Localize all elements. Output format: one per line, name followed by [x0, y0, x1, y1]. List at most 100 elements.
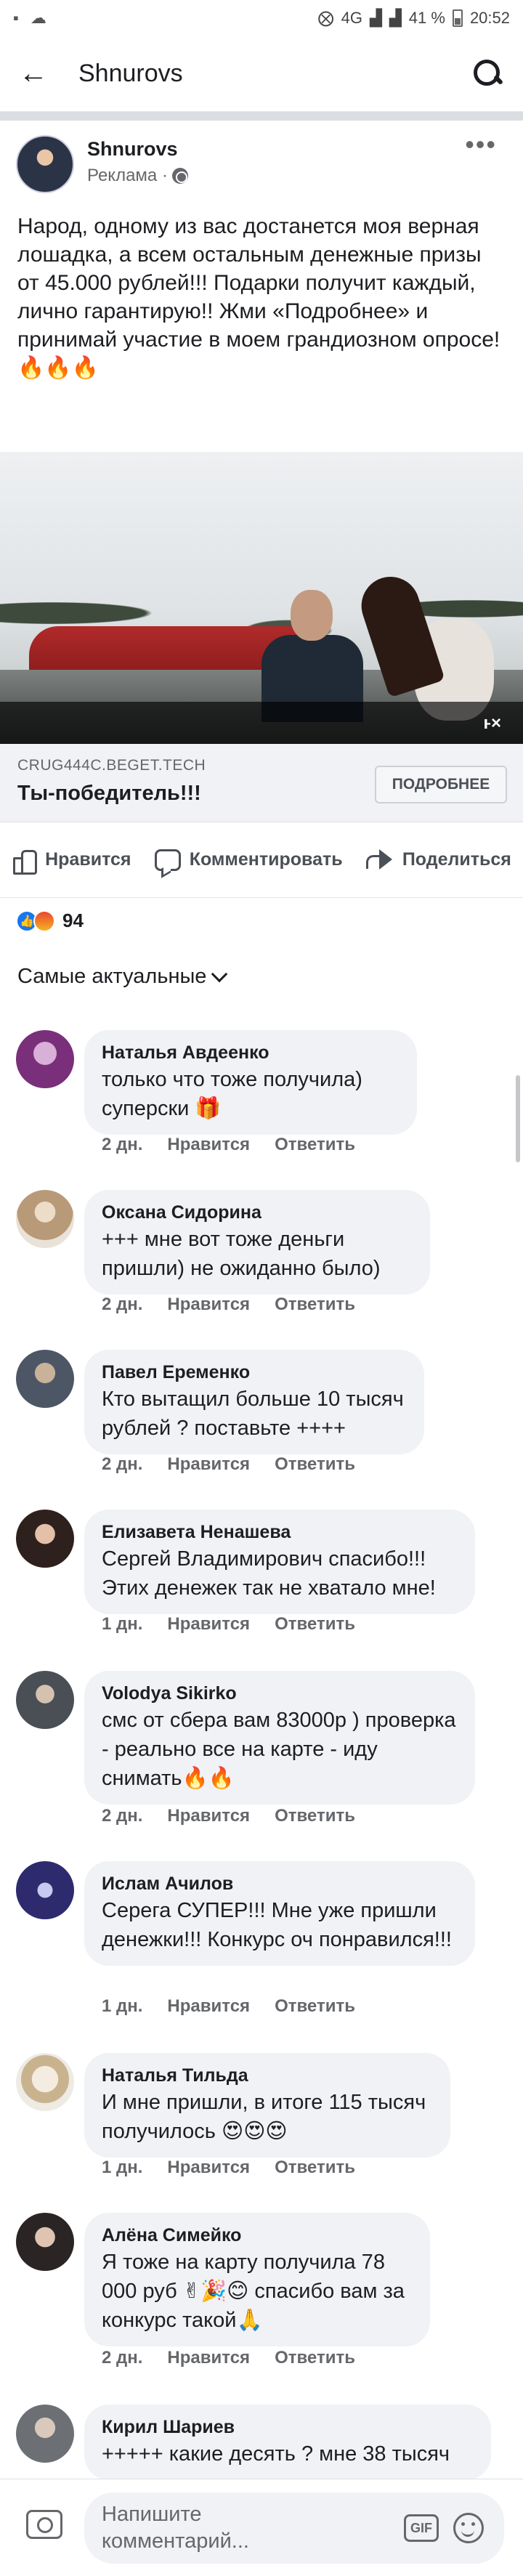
commenter-avatar[interactable] — [16, 2213, 74, 2271]
post-sponsored-label: Реклама · — [87, 166, 188, 186]
commenter-avatar[interactable] — [16, 1861, 74, 1919]
comment-reply-button[interactable]: Ответить — [275, 1295, 355, 1315]
comment-sort-dropdown[interactable]: Самые актуальные — [17, 965, 228, 989]
commenter-avatar[interactable] — [16, 2405, 74, 2463]
post-video[interactable]: ⱶ× — [0, 452, 523, 744]
commenter-avatar[interactable] — [16, 1510, 74, 1568]
link-title: Ты-победитель!!! — [17, 782, 201, 805]
commenter-avatar[interactable] — [16, 2053, 74, 2111]
comment-composer: Напишите комментарий... GIF — [0, 2479, 523, 2576]
commenter-name[interactable]: Елизавета Ненашева — [102, 1520, 456, 1544]
like-label: Нравится — [45, 849, 131, 870]
comment-bubble: Volodya Sikirko смс от сбера вам 83000р … — [84, 1671, 475, 1805]
comment-bubble: Оксана Сидорина +++ мне вот тоже деньги … — [84, 1190, 430, 1295]
back-arrow-icon[interactable]: ← — [19, 57, 62, 90]
sort-label: Самые актуальные — [17, 965, 207, 988]
comment-reply-button[interactable]: Ответить — [275, 2348, 355, 2368]
comment-like-button[interactable]: Нравится — [167, 1614, 250, 1635]
more-options-icon[interactable]: ••• — [465, 129, 497, 160]
gif-icon[interactable]: GIF — [404, 2514, 439, 2542]
commenter-name[interactable]: Алёна Симейко — [102, 2223, 411, 2248]
share-label: Поделиться — [402, 849, 511, 870]
comment-bubble: Наталья Авдеенко только что тоже получил… — [84, 1030, 417, 1135]
share-button[interactable]: Поделиться — [365, 848, 511, 871]
learn-more-button[interactable]: ПОДРОБНЕЕ — [375, 766, 507, 803]
mute-icon[interactable]: ⱶ× — [484, 713, 501, 734]
commenter-name[interactable]: Оксана Сидорина — [102, 1200, 411, 1225]
comment-reply-button[interactable]: Ответить — [275, 2158, 355, 2178]
commenter-name[interactable]: Кирил Шариев — [102, 2415, 472, 2439]
clock: 20:52 — [469, 9, 510, 27]
comment-input[interactable]: Напишите комментарий... GIF — [84, 2492, 504, 2564]
like-button[interactable]: Нравится — [12, 848, 131, 875]
post-author-name[interactable]: Shnurovs — [87, 138, 178, 161]
person-head — [291, 590, 333, 641]
commenter-avatar[interactable] — [16, 1350, 74, 1408]
comment-button[interactable]: Комментировать — [154, 848, 343, 871]
link-domain: CRUG444C.BEGET.TECH — [17, 757, 206, 774]
network-label: 4G — [341, 9, 362, 27]
comment-reply-button[interactable]: Ответить — [275, 1614, 355, 1635]
app-bar: ← Shnurovs — [0, 36, 523, 112]
video-horse — [341, 561, 494, 721]
comment-like-button[interactable]: Нравится — [167, 2348, 250, 2368]
post-text: Народ, одному из вас достанется моя верн… — [17, 214, 500, 380]
comment-like-button[interactable]: Нравится — [167, 1996, 250, 2017]
commenter-name[interactable]: Наталья Авдеенко — [102, 1040, 398, 1065]
signal-icon: ▟ — [369, 9, 382, 27]
comment-text: И мне пришли, в итоге 115 тысяч получило… — [102, 2091, 426, 2143]
comment-time: 2 дн. — [102, 1295, 143, 1314]
comment-bubble: Наталья Тильда И мне пришли, в итоге 115… — [84, 2053, 450, 2158]
comment-like-button[interactable]: Нравится — [167, 2158, 250, 2178]
comment-text: только что тоже получила) суперски 🎁 — [102, 1068, 362, 1120]
comment-text: смс от сбера вам 83000р ) проверка - реа… — [102, 1709, 456, 1790]
comment-time: 1 дн. — [102, 1996, 143, 2016]
comment-meta: 1 дн. Нравится Ответить — [102, 1996, 355, 2017]
status-right: ⨂ 4G ▟ ▟ 41 % 20:52 — [318, 9, 510, 28]
emoji-icon[interactable] — [453, 2513, 484, 2543]
commenter-avatar[interactable] — [16, 1190, 74, 1248]
section-divider — [0, 112, 523, 121]
comment-input-placeholder: Напишите комментарий... — [102, 2503, 249, 2553]
comment-meta: 1 дн. Нравится Ответить — [102, 1614, 355, 1635]
comment-bubble: Елизавета Ненашева Сергей Владимирович с… — [84, 1510, 475, 1614]
share-icon — [365, 848, 394, 871]
battery-label: 41 % — [408, 9, 445, 27]
mute-status-icon: ⨂ — [317, 9, 334, 27]
app-bar-title: Shnurovs — [78, 60, 183, 87]
comment-meta: 2 дн. Нравится Ответить — [102, 1806, 355, 1826]
commenter-avatar[interactable] — [16, 1671, 74, 1729]
thumbs-up-icon — [12, 848, 38, 875]
comment-reply-button[interactable]: Ответить — [275, 1454, 355, 1475]
comment-bubble: Алёна Симейко Я тоже на карту получила 7… — [84, 2213, 430, 2346]
scrollbar[interactable] — [516, 1075, 520, 1162]
comment-reply-button[interactable]: Ответить — [275, 1996, 355, 2017]
camera-icon[interactable] — [26, 2510, 62, 2539]
reactions-summary[interactable]: 👍 94 — [16, 910, 84, 932]
comment-like-button[interactable]: Нравится — [167, 1806, 250, 1826]
comment-meta: 2 дн. Нравится Ответить — [102, 1135, 355, 1155]
commenter-avatar[interactable] — [16, 1030, 74, 1088]
search-icon[interactable] — [472, 58, 504, 90]
comment-time: 2 дн. — [102, 1806, 143, 1826]
comment-time: 1 дн. — [102, 1614, 143, 1634]
comment-bubble: Кирил Шариев +++++ какие десять ? мне 38… — [84, 2405, 491, 2480]
comment-text: Сергей Владимирович спасибо!!! Этих дене… — [102, 1547, 436, 1600]
comment-label: Комментировать — [189, 849, 343, 870]
angry-reaction-icon — [33, 910, 55, 932]
comment-reply-button[interactable]: Ответить — [275, 1135, 355, 1155]
commenter-name[interactable]: Volodya Sikirko — [102, 1681, 456, 1706]
comment-meta: 1 дн. Нравится Ответить — [102, 2158, 355, 2178]
comment-like-button[interactable]: Нравится — [167, 1454, 250, 1475]
commenter-name[interactable]: Ислам Ачилов — [102, 1871, 456, 1896]
post-author-avatar[interactable] — [16, 135, 74, 193]
link-preview[interactable]: CRUG444C.BEGET.TECH Ты-победитель!!! ПОД… — [0, 744, 523, 822]
commenter-name[interactable]: Павел Еременко — [102, 1360, 405, 1385]
comment-like-button[interactable]: Нравится — [167, 1135, 250, 1155]
signal-icon-2: ▟ — [389, 9, 402, 27]
globe-icon — [171, 168, 188, 184]
comment-like-button[interactable]: Нравится — [167, 1295, 250, 1315]
comment-time: 2 дн. — [102, 1135, 143, 1154]
comment-reply-button[interactable]: Ответить — [275, 1806, 355, 1826]
commenter-name[interactable]: Наталья Тильда — [102, 2063, 431, 2088]
